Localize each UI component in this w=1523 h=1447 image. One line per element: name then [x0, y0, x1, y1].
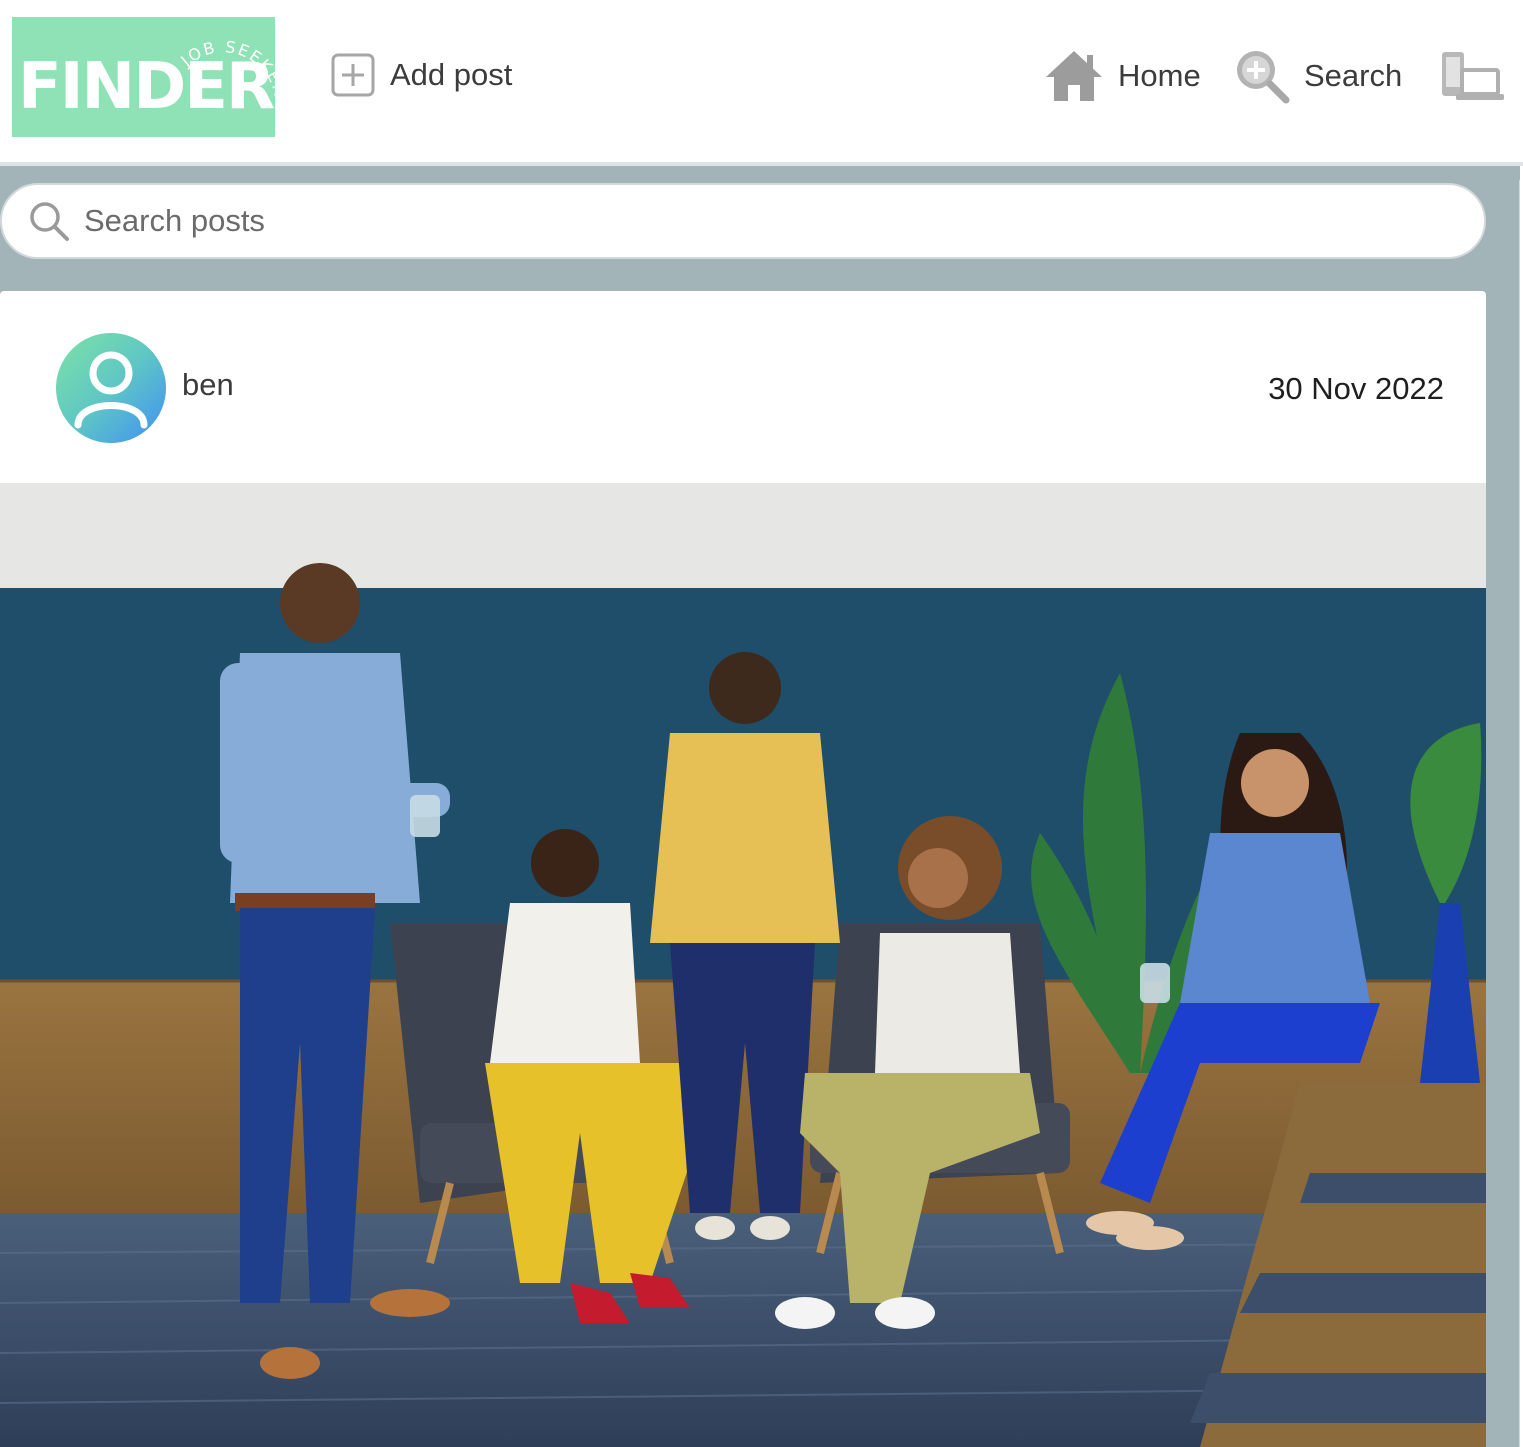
post-header: ben 30 Nov 2022: [0, 291, 1486, 483]
devices-icon: [1442, 52, 1504, 100]
finder-logo[interactable]: FINDER JOB SEEKERS: [12, 17, 275, 137]
search-plus-icon: [1237, 51, 1290, 104]
post-card[interactable]: ben 30 Nov 2022: [0, 291, 1486, 1447]
top-navbar: FINDER JOB SEEKERS Add post Home: [0, 0, 1523, 166]
logo-tagline: JOB SEEKERS: [176, 37, 275, 110]
avatar[interactable]: [56, 333, 166, 443]
user-icon: [74, 351, 148, 429]
post-image[interactable]: [0, 483, 1486, 1447]
search-icon: [30, 202, 69, 241]
search-input[interactable]: [84, 203, 1384, 239]
home-icon: [1046, 51, 1102, 101]
add-square-icon: [331, 53, 375, 97]
nav-search[interactable]: Search: [1234, 48, 1402, 104]
logo-arc-text: JOB SEEKERS: [176, 37, 275, 110]
office-team-photo: [0, 483, 1486, 1447]
post-date: 30 Nov 2022: [1268, 371, 1444, 406]
nav-devices[interactable]: [1440, 48, 1506, 104]
search-bar: [0, 183, 1486, 259]
nav-home[interactable]: Home: [1044, 48, 1201, 104]
post-author[interactable]: ben: [182, 367, 234, 403]
add-post-label: Add post: [390, 57, 513, 92]
scrollbar-track[interactable]: [1519, 180, 1523, 1447]
search-label: Search: [1304, 58, 1403, 93]
add-post-button[interactable]: Add post: [330, 50, 512, 100]
svg-text:JOB SEEKERS: JOB SEEKERS: [176, 37, 275, 110]
home-label: Home: [1118, 58, 1201, 93]
